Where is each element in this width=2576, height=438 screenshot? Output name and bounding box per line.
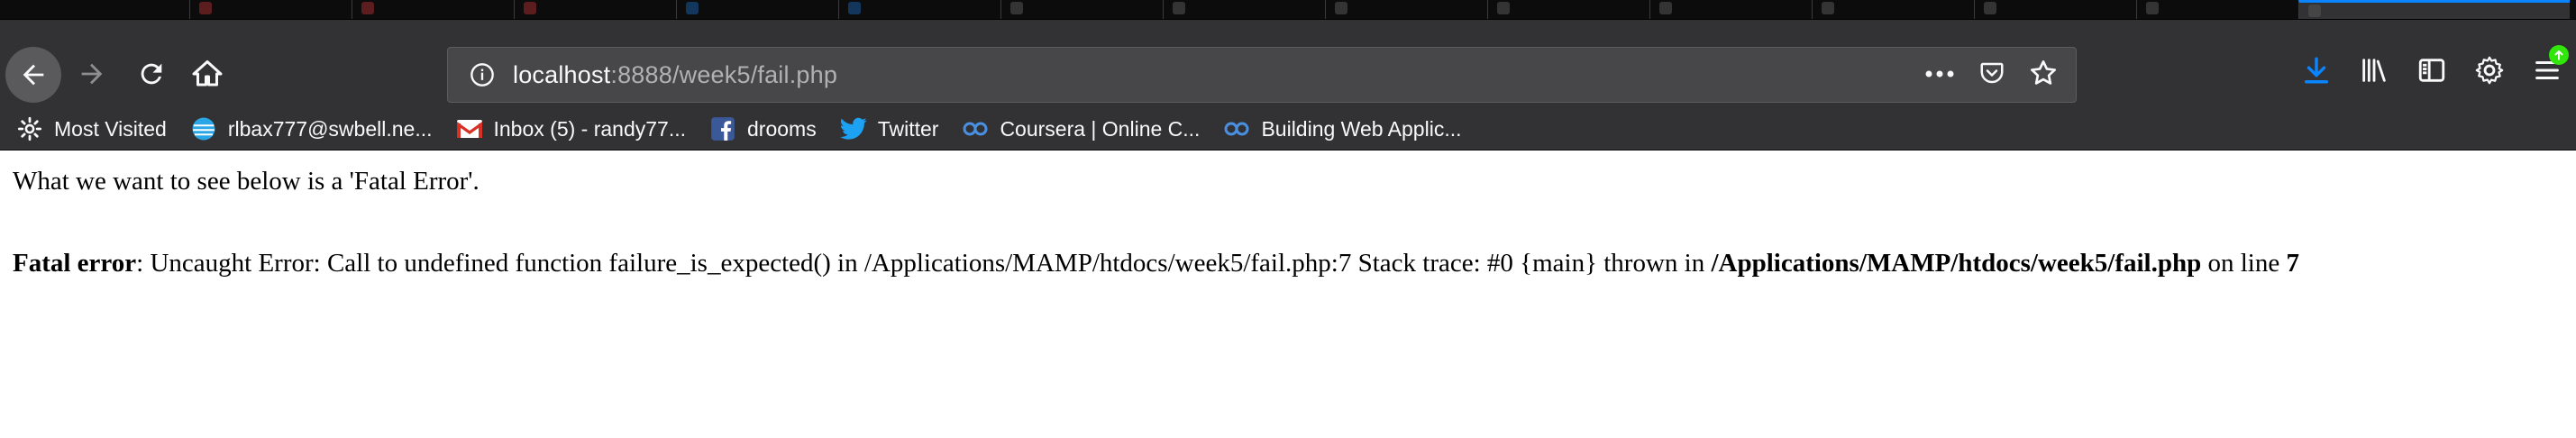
downloads-button[interactable] (2297, 50, 2336, 90)
bookmark-coursera[interactable]: Coursera | Online C... (962, 115, 1200, 142)
error-line-number: 7 (2286, 248, 2300, 278)
browser-tab[interactable] (1812, 0, 1975, 19)
url-text[interactable]: localhost:8888/week5/fail.php (513, 61, 837, 89)
browser-tab-active[interactable] (2298, 0, 2570, 19)
att-icon (190, 115, 217, 142)
error-file-path: /Applications/MAMP/htdocs/week5/fail.php (1711, 248, 2202, 278)
sidebar-icon (2418, 59, 2445, 82)
tab-favicon (199, 2, 212, 14)
bookmark-building-web-apps[interactable]: Building Web Applic... (1223, 115, 1462, 142)
library-icon (2362, 59, 2386, 82)
browser-tab[interactable] (1000, 0, 1164, 19)
browser-tab[interactable] (1649, 0, 1813, 19)
tab-favicon (361, 2, 374, 14)
browser-tab[interactable] (838, 0, 1001, 19)
bookmark-label: Inbox (5) - randy77... (493, 116, 687, 141)
bookmark-label: Twitter (877, 116, 939, 141)
tab-favicon (848, 2, 861, 14)
twitter-icon (839, 115, 867, 142)
bookmarks-toolbar: Most Visited rlbax777@swbell.ne... Inbox… (0, 108, 2576, 151)
settings-button[interactable] (2470, 50, 2509, 90)
bookmark-twitter[interactable]: Twitter (839, 115, 939, 142)
reload-icon (141, 63, 162, 85)
arrow-left-icon (23, 64, 44, 86)
browser-tab[interactable] (2136, 0, 2299, 19)
site-info-icon[interactable] (464, 62, 500, 87)
menu-button[interactable] (2527, 45, 2569, 90)
reload-button[interactable] (123, 45, 180, 103)
back-button[interactable] (5, 47, 61, 103)
coursera-icon (962, 115, 989, 142)
browser-tab[interactable] (1487, 0, 1650, 19)
bookmark-label: Most Visited (54, 116, 167, 141)
home-button[interactable] (178, 45, 236, 103)
tab-favicon (524, 2, 536, 14)
tab-favicon (686, 2, 699, 14)
url-path: :8888/week5/fail.php (610, 60, 838, 88)
update-badge-icon (2549, 45, 2569, 65)
tab-favicon (1497, 2, 1510, 14)
tab-favicon (1335, 2, 1347, 14)
bookmark-att-mail[interactable]: rlbax777@swbell.ne... (190, 115, 433, 142)
bookmark-drooms[interactable]: drooms (709, 115, 817, 142)
sidebar-button[interactable] (2412, 50, 2452, 90)
tab-favicon (1984, 2, 1996, 14)
library-button[interactable] (2354, 50, 2394, 90)
home-icon (192, 60, 223, 87)
page-actions-icon[interactable] (1924, 67, 1955, 83)
tab-favicon (1173, 2, 1185, 14)
page-content: What we want to see below is a 'Fatal Er… (0, 151, 2576, 279)
forward-button[interactable] (63, 45, 121, 103)
error-label: Fatal error (13, 248, 137, 278)
browser-tab[interactable] (1974, 0, 2137, 19)
arrow-right-icon (81, 63, 103, 85)
bookmark-label: Building Web Applic... (1261, 116, 1462, 141)
tab-favicon (1010, 2, 1023, 14)
bookmark-label: rlbax777@swbell.ne... (227, 116, 433, 141)
tab-favicon (2146, 2, 2159, 14)
browser-tab[interactable] (676, 0, 839, 19)
tab-strip (0, 0, 2576, 20)
bookmark-star-icon[interactable] (2029, 59, 2058, 92)
pocket-icon[interactable] (1978, 59, 2005, 91)
address-bar-actions (1924, 59, 2058, 92)
browser-tab[interactable] (514, 0, 677, 19)
browser-tab[interactable] (189, 0, 352, 19)
browser-tab[interactable] (1325, 0, 1488, 19)
intro-text: What we want to see below is a 'Fatal Er… (13, 167, 480, 196)
bookmark-most-visited[interactable]: Most Visited (16, 115, 167, 142)
bookmark-label: drooms (747, 116, 817, 141)
bookmark-label: Coursera | Online C... (1000, 116, 1201, 141)
gear-icon (16, 115, 43, 142)
tab-favicon (1822, 2, 1834, 14)
url-host: localhost (513, 60, 611, 88)
gear-icon (2475, 56, 2504, 85)
download-arrow-icon (2304, 57, 2329, 84)
bookmark-gmail-inbox[interactable]: Inbox (5) - randy77... (456, 115, 687, 142)
tab-favicon (1659, 2, 1672, 14)
error-text: : Uncaught Error: Call to undefined func… (136, 248, 1712, 278)
browser-tab[interactable] (1163, 0, 1326, 19)
facebook-icon (709, 115, 736, 142)
gmail-icon (456, 115, 483, 142)
fatal-error-message: Fatal error: Uncaught Error: Call to und… (13, 248, 2576, 279)
coursera-icon (1223, 115, 1250, 142)
browser-tab[interactable] (352, 0, 515, 19)
nav-toolbar: localhost:8888/week5/fail.php (0, 20, 2576, 109)
address-bar[interactable]: localhost:8888/week5/fail.php (447, 47, 2077, 103)
on-line-text: on line (2201, 248, 2287, 278)
tab-favicon (2308, 5, 2321, 17)
